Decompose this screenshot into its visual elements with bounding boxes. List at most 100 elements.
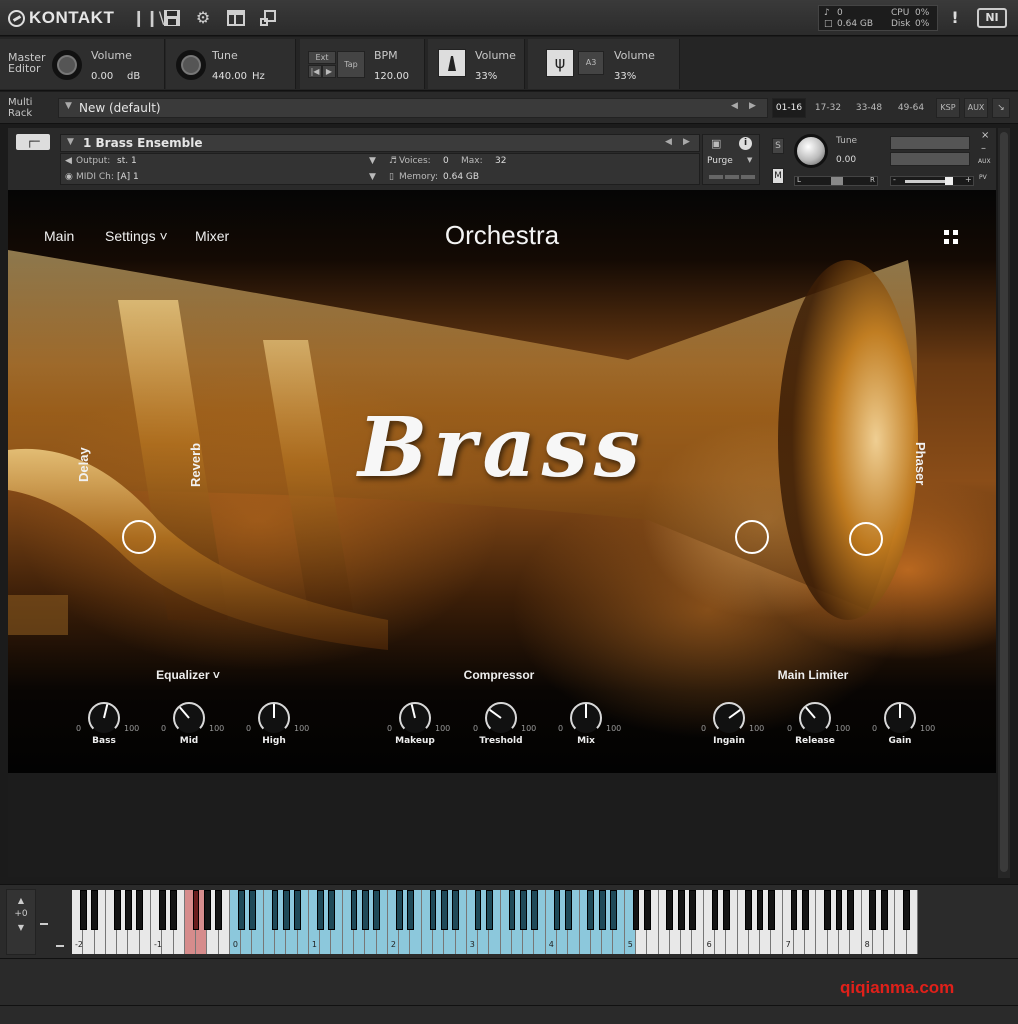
knob-makeup[interactable] — [397, 700, 433, 736]
tab-01-16[interactable]: 01-16 — [772, 98, 806, 118]
black-key[interactable] — [192, 890, 200, 930]
black-key[interactable] — [474, 890, 482, 930]
octave-up-icon[interactable]: ▲ — [7, 896, 35, 905]
black-key[interactable] — [745, 890, 753, 930]
close-instrument-icon[interactable]: × — [981, 130, 989, 141]
rack-scrollbar[interactable] — [998, 128, 1010, 878]
ni-logo-badge[interactable]: NI — [977, 8, 1007, 28]
minimize-view-icon[interactable] — [258, 9, 278, 27]
rack-scrollbar-thumb[interactable] — [1000, 132, 1008, 872]
library-browser-icon[interactable]: ❙❙\ — [132, 9, 164, 27]
black-key[interactable] — [373, 890, 380, 930]
black-key[interactable] — [508, 890, 516, 930]
tab-49-64[interactable]: 49-64 — [892, 98, 930, 118]
black-key[interactable] — [835, 890, 843, 930]
warning-icon[interactable]: ! — [949, 8, 961, 28]
black-key[interactable] — [440, 890, 448, 930]
multi-rack-name-field[interactable]: ▼ New (default) ◀ ▶ — [58, 98, 768, 118]
black-key[interactable] — [203, 890, 211, 930]
camera-icon[interactable]: ▣ — [711, 137, 721, 150]
output-dropdown-icon[interactable]: ▼ — [369, 156, 376, 166]
pan-slider[interactable]: L R — [794, 176, 878, 186]
grid-menu-icon[interactable] — [944, 230, 958, 244]
rack-next-icon[interactable]: ▶ — [749, 101, 756, 111]
knob-bass[interactable] — [86, 700, 122, 736]
tempo-play-button[interactable]: ▶ — [322, 65, 336, 78]
octave-down-icon[interactable]: ▼ — [7, 923, 35, 932]
black-key[interactable] — [846, 890, 854, 930]
black-key[interactable] — [170, 890, 177, 930]
black-key[interactable] — [395, 890, 403, 930]
purge-dropdown-icon[interactable]: ▼ — [747, 156, 752, 164]
knob-mid[interactable] — [171, 700, 207, 736]
instrument-next-icon[interactable]: ▶ — [683, 137, 690, 147]
midi-channel-value[interactable]: [A] 1 — [117, 172, 139, 182]
black-key[interactable] — [350, 890, 358, 930]
instrument-tune-value[interactable]: 0.00 — [836, 155, 856, 165]
tuning-fork-icon[interactable]: ψ — [546, 49, 574, 77]
metronome-icon[interactable] — [438, 49, 466, 77]
black-key[interactable] — [643, 890, 651, 930]
equalizer-section-label[interactable]: Equalizer ˅ — [128, 668, 248, 682]
knob-high[interactable] — [256, 700, 292, 736]
knob-gain[interactable] — [882, 700, 918, 736]
instrument-menu-arrow-icon[interactable]: ▼ — [67, 137, 74, 147]
black-key[interactable] — [610, 890, 617, 930]
pitch-wheel-indicator[interactable] — [40, 923, 48, 925]
black-key[interactable] — [587, 890, 595, 930]
black-key[interactable] — [125, 890, 132, 930]
reverb-send-ring[interactable] — [735, 520, 769, 554]
black-key[interactable] — [158, 890, 166, 930]
instrument-name-field[interactable]: ▼ 1 Brass Ensemble ◀ ▶ — [60, 134, 700, 152]
solo-button[interactable]: S — [772, 138, 784, 154]
black-key[interactable] — [328, 890, 335, 930]
black-key[interactable] — [598, 890, 606, 930]
knob-mix[interactable] — [568, 700, 604, 736]
knob-release[interactable] — [797, 700, 833, 736]
black-key[interactable] — [564, 890, 572, 930]
rack-empty-area[interactable] — [8, 773, 996, 877]
black-key[interactable] — [632, 890, 640, 930]
black-key[interactable] — [271, 890, 279, 930]
pan-handle[interactable] — [831, 177, 843, 185]
volume-handle[interactable] — [945, 177, 953, 185]
black-key[interactable] — [113, 890, 121, 930]
octave-shift-control[interactable]: ▲ +0 ▼ — [6, 889, 36, 955]
black-key[interactable] — [801, 890, 809, 930]
black-key[interactable] — [429, 890, 437, 930]
black-key[interactable] — [722, 890, 730, 930]
ext-sync-button[interactable]: Ext — [308, 51, 336, 64]
output-value[interactable]: st. 1 — [117, 156, 137, 166]
black-key[interactable] — [677, 890, 685, 930]
black-key[interactable] — [689, 890, 696, 930]
black-key[interactable] — [767, 890, 775, 930]
black-key[interactable] — [869, 890, 877, 930]
black-key[interactable] — [666, 890, 674, 930]
master-tune-knob[interactable] — [176, 50, 206, 80]
black-key[interactable] — [711, 890, 719, 930]
max-voices-value[interactable]: 32 — [495, 156, 506, 166]
minimize-instrument-icon[interactable]: – — [981, 143, 986, 154]
black-key[interactable] — [79, 890, 87, 930]
master-volume-value[interactable]: 0.00 — [91, 71, 113, 82]
rack-prev-icon[interactable]: ◀ — [731, 101, 738, 111]
knob-ingain[interactable] — [711, 700, 747, 736]
aux-button[interactable]: AUX — [964, 98, 988, 118]
black-key[interactable] — [237, 890, 245, 930]
black-key[interactable] — [136, 890, 144, 930]
reference-note[interactable]: A3 — [578, 51, 604, 75]
black-key[interactable] — [553, 890, 561, 930]
master-volume-knob[interactable] — [52, 50, 82, 80]
mute-button[interactable]: M — [772, 168, 784, 184]
black-key[interactable] — [903, 890, 911, 930]
black-key[interactable] — [880, 890, 888, 930]
wrench-icon[interactable]: ┌─ — [16, 134, 50, 150]
black-key[interactable] — [282, 890, 290, 930]
black-key[interactable] — [824, 890, 832, 930]
collapse-rack-icon[interactable]: ↘ — [992, 98, 1010, 118]
tempo-reset-button[interactable]: |◀ — [308, 65, 322, 78]
black-key[interactable] — [316, 890, 324, 930]
save-icon[interactable] — [162, 9, 182, 27]
bpm-value[interactable]: 120.00 — [374, 71, 409, 82]
ksp-button[interactable]: KSP — [936, 98, 960, 118]
